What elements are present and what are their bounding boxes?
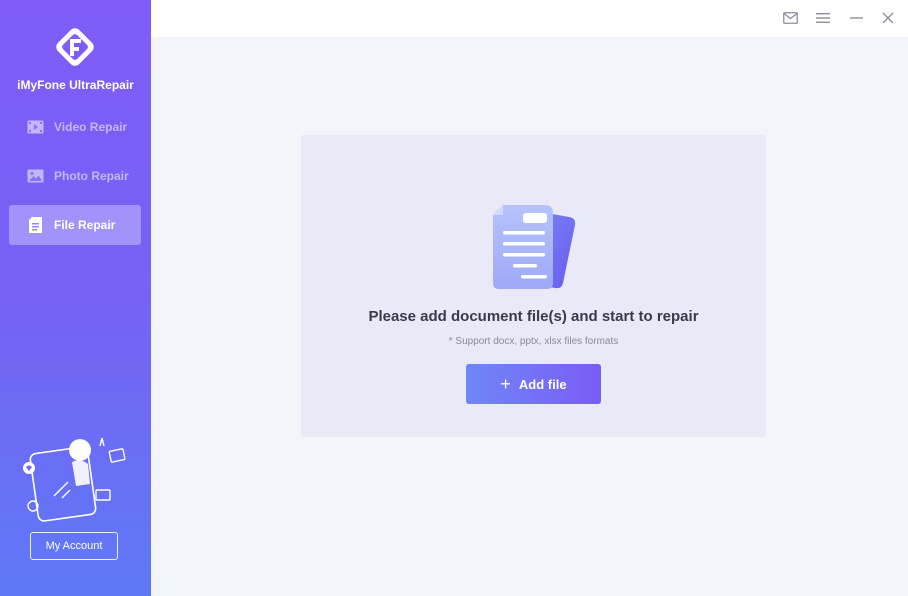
sidebar-item-photo-repair[interactable]: Photo Repair [9, 156, 141, 196]
app-logo-icon [56, 28, 94, 66]
document-icon [493, 205, 576, 289]
sidebar-item-label: Photo Repair [54, 169, 129, 183]
app-window: iMyFone UltraRepair Video Repair Photo R… [0, 0, 908, 596]
plus-icon: + [500, 374, 511, 394]
minimize-button[interactable] [847, 9, 865, 27]
add-file-button[interactable]: + Add file [466, 364, 601, 404]
app-name: iMyFone UltraRepair [17, 78, 134, 92]
minimize-icon [849, 17, 863, 19]
sidebar-item-label: File Repair [54, 218, 116, 232]
file-drop-area[interactable]: Please add document file(s) and start to… [301, 135, 766, 437]
add-file-label: Add file [518, 376, 567, 392]
sidebar-item-video-repair[interactable]: Video Repair [9, 107, 141, 147]
mail-button[interactable] [781, 9, 799, 27]
user-illustration-icon [23, 437, 126, 522]
add-file-prompt: Please add document file(s) and start to… [368, 308, 699, 325]
my-account-button[interactable]: My Account [30, 532, 118, 560]
video-icon [26, 118, 44, 136]
sidebar-item-file-repair[interactable]: File Repair [9, 205, 141, 245]
supported-formats-note: * Support docx, pptx, xlsx files formats [448, 336, 619, 347]
photo-icon [26, 167, 44, 185]
title-bar [151, 0, 908, 37]
sidebar-item-label: Video Repair [54, 120, 128, 134]
mail-icon [782, 12, 798, 24]
menu-button[interactable] [814, 9, 832, 27]
menu-icon [816, 13, 830, 23]
file-icon [26, 216, 44, 234]
close-button[interactable] [879, 9, 897, 27]
sidebar: iMyFone UltraRepair Video Repair Photo R… [0, 0, 151, 596]
close-icon [882, 12, 894, 24]
